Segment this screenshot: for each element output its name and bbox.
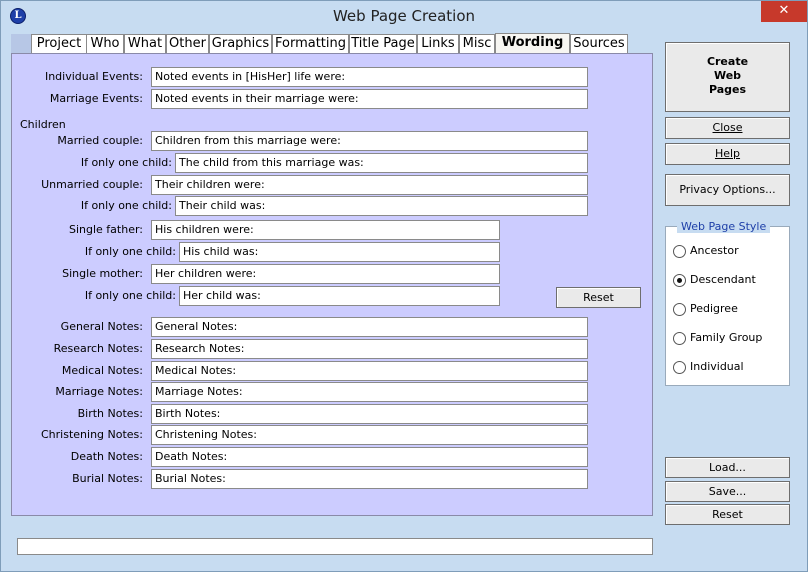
christening-notes-input[interactable]: Christening Notes:	[151, 425, 588, 445]
radio-unchecked-icon[interactable]	[673, 332, 686, 345]
father-one-child-input[interactable]: His child was:	[179, 242, 500, 262]
radio-unchecked-icon[interactable]	[673, 303, 686, 316]
single-father-label: Single father:	[68, 223, 143, 236]
help-button[interactable]: Help	[665, 143, 790, 165]
single-father-input[interactable]: His children were:	[151, 220, 500, 240]
tab-what[interactable]: What	[124, 34, 166, 54]
birth-notes-input[interactable]: Birth Notes:	[151, 404, 588, 424]
style-pedigree-label: Pedigree	[690, 302, 738, 315]
marriage-notes-label: Marriage Notes:	[55, 385, 143, 398]
close-button[interactable]: Close	[665, 117, 790, 139]
father-one-child-label: If only one child:	[84, 245, 176, 258]
style-ancestor-label: Ancestor	[690, 244, 739, 257]
create-web-pages-button[interactable]: Create Web Pages	[665, 42, 790, 112]
style-family-group-label: Family Group	[690, 331, 763, 344]
marriage-notes-input[interactable]: Marriage Notes:	[151, 382, 588, 402]
unmarried-couple-label: Unmarried couple:	[41, 178, 143, 191]
individual-events-label: Individual Events:	[44, 70, 143, 83]
tab-links[interactable]: Links	[417, 34, 459, 54]
tab-graphics[interactable]: Graphics	[209, 34, 272, 54]
tab-wording[interactable]: Wording	[495, 33, 570, 55]
status-bar	[17, 538, 653, 555]
mother-one-child-label: If only one child:	[84, 289, 176, 302]
married-one-child-input[interactable]: The child from this marriage was:	[175, 153, 588, 173]
tab-other[interactable]: Other	[166, 34, 209, 54]
tab-strip-edge	[11, 34, 31, 54]
unmarried-one-child-label: If only one child:	[80, 199, 172, 212]
tab-formatting[interactable]: Formatting	[272, 34, 349, 54]
tab-misc[interactable]: Misc	[459, 34, 495, 54]
unmarried-couple-input[interactable]: Their children were:	[151, 175, 588, 195]
death-notes-label: Death Notes:	[70, 450, 143, 463]
burial-notes-label: Burial Notes:	[72, 472, 143, 485]
create-button-line3: Pages	[708, 83, 747, 96]
medical-notes-input[interactable]: Medical Notes:	[151, 361, 588, 381]
medical-notes-label: Medical Notes:	[61, 364, 143, 377]
save-button[interactable]: Save...	[665, 481, 790, 502]
marriage-events-input[interactable]: Noted events in their marriage were:	[151, 89, 588, 109]
tab-title-page[interactable]: Title Page	[349, 34, 417, 54]
radio-unchecked-icon[interactable]	[673, 361, 686, 374]
load-button[interactable]: Load...	[665, 457, 790, 478]
birth-notes-label: Birth Notes:	[77, 407, 143, 420]
married-one-child-label: If only one child:	[80, 156, 172, 169]
window-close-button[interactable]: ✕	[761, 1, 807, 22]
single-mother-label: Single mother:	[62, 267, 143, 280]
children-reset-button[interactable]: Reset	[556, 287, 641, 308]
wording-panel: Individual Events: Noted events in [HisH…	[11, 53, 653, 516]
death-notes-input[interactable]: Death Notes:	[151, 447, 588, 467]
web-page-creation-window: L Web Page Creation ✕ Project Who What O…	[0, 0, 808, 572]
privacy-options-button[interactable]: Privacy Options...	[665, 174, 790, 206]
create-button-line1: Create	[706, 55, 749, 68]
general-notes-input[interactable]: General Notes:	[151, 317, 588, 337]
create-button-line2: Web	[713, 69, 742, 82]
tab-who[interactable]: Who	[86, 34, 124, 54]
research-notes-input[interactable]: Research Notes:	[151, 339, 588, 359]
individual-events-input[interactable]: Noted events in [HisHer] life were:	[151, 67, 588, 87]
married-couple-input[interactable]: Children from this marriage were:	[151, 131, 588, 151]
burial-notes-input[interactable]: Burial Notes:	[151, 469, 588, 489]
title-bar: L Web Page Creation ✕	[1, 1, 807, 32]
tab-project[interactable]: Project	[31, 34, 87, 54]
web-page-style-title: Web Page Style	[677, 220, 771, 233]
tab-sources[interactable]: Sources	[570, 34, 628, 54]
general-notes-label: General Notes:	[60, 320, 143, 333]
single-mother-input[interactable]: Her children were:	[151, 264, 500, 284]
marriage-events-label: Marriage Events:	[49, 92, 143, 105]
reset-all-button[interactable]: Reset	[665, 504, 790, 525]
unmarried-one-child-input[interactable]: Their child was:	[175, 196, 588, 216]
close-icon: ✕	[778, 3, 790, 18]
window-title: Web Page Creation	[332, 7, 476, 25]
married-couple-label: Married couple:	[57, 134, 143, 147]
children-section-label: Children	[20, 118, 66, 131]
style-descendant-label: Descendant	[690, 273, 756, 286]
research-notes-label: Research Notes:	[53, 342, 143, 355]
christening-notes-label: Christening Notes:	[41, 428, 143, 441]
style-individual-label: Individual	[690, 360, 744, 373]
radio-unchecked-icon[interactable]	[673, 245, 686, 258]
mother-one-child-input[interactable]: Her child was:	[179, 286, 500, 306]
radio-checked-icon[interactable]	[673, 274, 686, 287]
